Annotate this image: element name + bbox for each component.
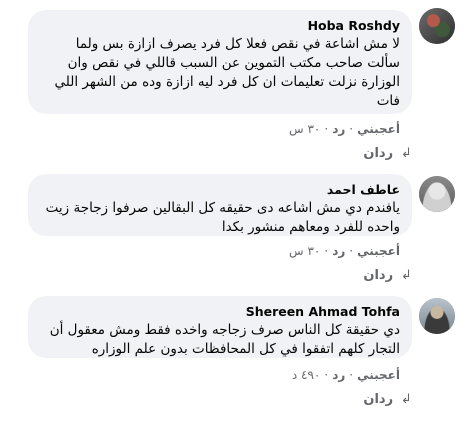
reply-arrow-icon: ↳: [401, 392, 412, 407]
like-button[interactable]: أعجبني: [357, 368, 400, 382]
reply-button[interactable]: رد: [332, 368, 345, 382]
comment-author[interactable]: Shereen Ahmad Tohfa: [40, 304, 400, 320]
view-replies-label: ردان: [363, 392, 394, 407]
comment-text: دي حقيقة كل الناس صرف زجاجه واخده فقط وم…: [49, 322, 400, 357]
comment-bubble: Shereen Ahmad Tohfa دي حقيقة كل الناس صر…: [28, 296, 412, 358]
comment-timestamp[interactable]: ٤٩٠ د: [292, 368, 321, 382]
avatar[interactable]: [419, 298, 455, 334]
comment: Shereen Ahmad Tohfa دي حقيقة كل الناس صر…: [0, 0, 470, 421]
view-replies-link[interactable]: ↳ ردان: [363, 392, 412, 407]
comment-actions: أعجبني·رد·٤٩٠ د: [291, 368, 400, 382]
